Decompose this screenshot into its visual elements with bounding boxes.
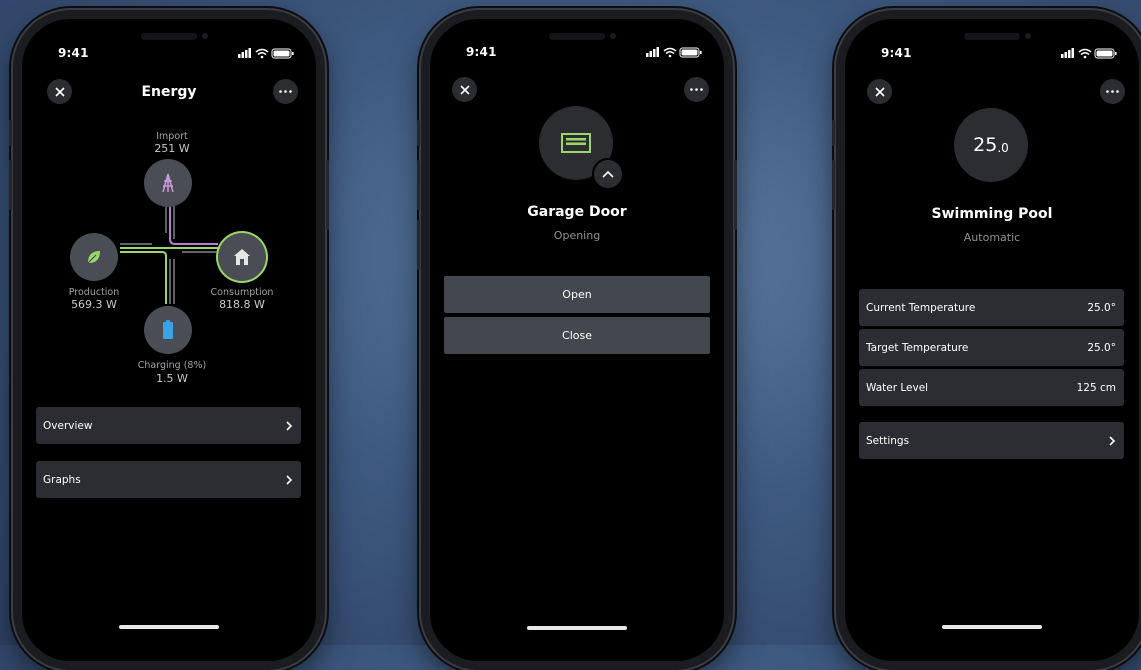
target-temperature-row[interactable]: Target Temperature 25.0° — [859, 329, 1124, 366]
current-temperature-value: 25.0° — [1087, 301, 1116, 314]
pool-temperature-circle[interactable]: 25.0 — [954, 108, 1028, 182]
graphs-label: Graphs — [43, 473, 81, 486]
chevron-right-icon — [286, 474, 293, 485]
more-button[interactable] — [1100, 79, 1125, 104]
target-temperature-value: 25.0° — [1087, 341, 1116, 354]
temperature-integer: 25 — [973, 134, 998, 156]
graphs-row[interactable]: Graphs — [36, 461, 301, 498]
garage-direction-badge — [592, 158, 624, 190]
more-icon — [1106, 90, 1119, 93]
charging-label: Charging (8%) — [137, 360, 207, 371]
close-button[interactable] — [452, 77, 477, 102]
chevron-up-icon — [602, 170, 614, 178]
current-temperature-row[interactable]: Current Temperature 25.0° — [859, 289, 1124, 326]
consumption-value: 818.8 W — [219, 298, 265, 311]
close-door-button[interactable]: Close — [444, 317, 710, 354]
more-icon — [690, 88, 703, 91]
import-node[interactable] — [144, 159, 192, 207]
leaf-icon — [87, 251, 100, 264]
settings-row[interactable]: Settings — [859, 422, 1124, 459]
temperature-decimal: .0 — [997, 141, 1009, 155]
chevron-right-icon — [1109, 435, 1116, 446]
page-title: Garage Door — [527, 204, 627, 220]
production-node[interactable] — [70, 233, 118, 281]
import-label: Import — [156, 131, 188, 142]
overview-row[interactable]: Overview — [36, 407, 301, 444]
garage-status: Opening — [553, 229, 601, 242]
energy-flow-lines — [120, 199, 218, 304]
house-icon — [234, 249, 250, 265]
page-title: Swimming Pool — [931, 206, 1053, 222]
phone-pool: 9:41 25.0 Swimming Pool Automatic Curren… — [832, 10, 1141, 670]
water-level-row[interactable]: Water Level 125 cm — [859, 369, 1124, 406]
charging-value: 1.5 W — [156, 372, 188, 385]
close-icon — [459, 84, 470, 95]
target-temperature-label: Target Temperature — [866, 341, 969, 354]
pool-mode: Automatic — [963, 231, 1021, 244]
close-button[interactable] — [867, 79, 892, 104]
energy-screen: 9:41 Energy Import 251 W Production 569.… — [22, 19, 316, 661]
power-tower-icon — [162, 173, 174, 193]
home-indicator[interactable] — [527, 626, 627, 630]
phone-energy: 9:41 Energy Import 251 W Production 569.… — [9, 10, 329, 670]
overview-label: Overview — [43, 419, 93, 432]
consumption-node[interactable] — [218, 233, 266, 281]
water-level-label: Water Level — [866, 381, 929, 394]
garage-screen: 9:41 Garage Door Opening Open Close — [430, 19, 724, 661]
current-temperature-label: Current Temperature — [866, 301, 976, 314]
open-button[interactable]: Open — [444, 276, 710, 313]
home-indicator[interactable] — [119, 625, 219, 629]
battery-node[interactable] — [144, 306, 192, 354]
status-icons — [646, 47, 702, 58]
battery-icon — [163, 320, 173, 339]
water-level-value: 125 cm — [1076, 381, 1116, 394]
pool-screen: 9:41 25.0 Swimming Pool Automatic Curren… — [845, 19, 1139, 661]
more-button[interactable] — [684, 77, 709, 102]
settings-label: Settings — [866, 434, 910, 447]
home-indicator[interactable] — [942, 625, 1042, 629]
consumption-label: Consumption — [210, 287, 274, 298]
close-icon — [874, 86, 885, 97]
import-value: 251 W — [154, 142, 190, 155]
production-label: Production — [68, 287, 120, 298]
garage-door-icon — [561, 133, 591, 153]
status-icons — [1061, 48, 1117, 59]
status-time: 9:41 — [466, 45, 497, 59]
production-value: 569.3 W — [71, 298, 117, 311]
status-time: 9:41 — [881, 46, 912, 60]
phone-garage: 9:41 Garage Door Opening Open Close — [417, 10, 737, 670]
chevron-right-icon — [286, 420, 293, 431]
